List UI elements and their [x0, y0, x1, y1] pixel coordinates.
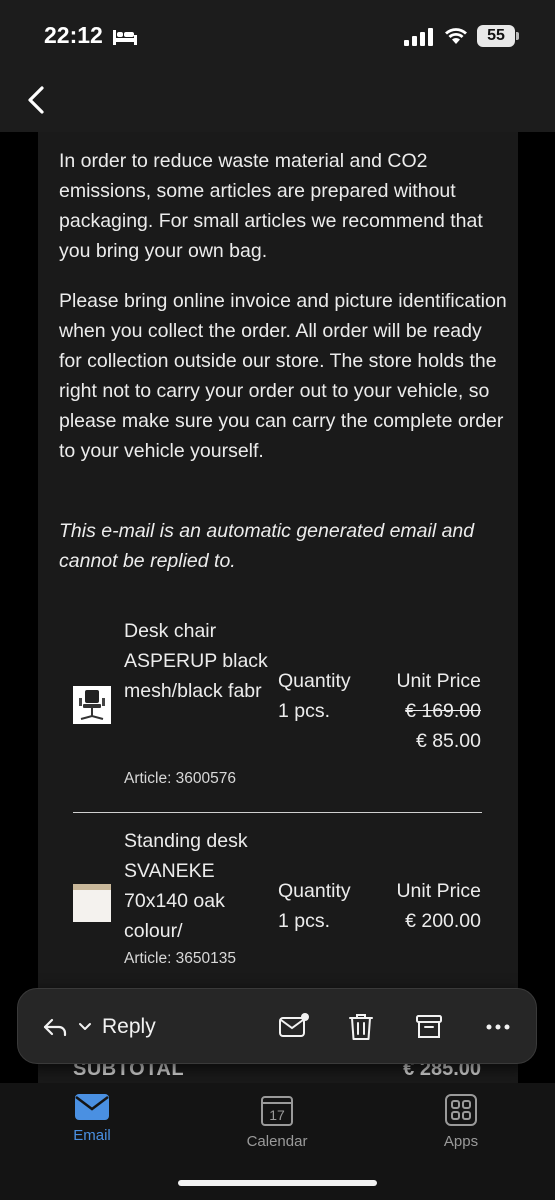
- calendar-day: 17: [269, 1107, 285, 1123]
- tab-email[interactable]: Email: [37, 1093, 147, 1144]
- item-article: Article: 3650135: [124, 950, 237, 967]
- more-options-icon[interactable]: [480, 1009, 516, 1045]
- quantity-value: 1 pcs.: [278, 910, 331, 932]
- original-price: € 169.00: [405, 700, 481, 722]
- unit-price-label: Unit Price: [396, 880, 481, 902]
- quantity-label: Quantity: [278, 880, 351, 902]
- auto-email-notice: This e-mail is an automatic generated em…: [59, 520, 475, 572]
- mark-unread-icon[interactable]: [276, 1009, 312, 1045]
- packaging-paragraph: In order to reduce waste material and CO…: [59, 150, 483, 262]
- item-price: € 200.00: [405, 910, 481, 932]
- reply-label: Reply: [102, 1015, 156, 1038]
- email-envelope-icon: [75, 1094, 109, 1120]
- quantity-value: 1 pcs.: [278, 700, 331, 722]
- item-name: Desk chair ASPERUP black mesh/black fabr: [124, 620, 268, 702]
- battery-level: 55: [487, 27, 505, 44]
- nav-bar: [0, 70, 555, 132]
- calendar-icon: 17: [261, 1096, 293, 1126]
- desk-chair-thumbnail: [73, 686, 111, 724]
- item-divider: [73, 812, 482, 813]
- reply-button[interactable]: Reply: [42, 1007, 156, 1047]
- tab-calendar[interactable]: 17 Calendar: [222, 1093, 332, 1150]
- email-content[interactable]: In order to reduce waste material and CO…: [0, 132, 555, 1083]
- battery-indicator: 55: [477, 25, 519, 47]
- apps-grid-icon: [445, 1094, 477, 1126]
- message-action-bar: Reply: [17, 988, 537, 1064]
- tab-label: Calendar: [246, 1133, 308, 1150]
- tab-label: Email: [73, 1127, 111, 1144]
- standing-desk-thumbnail: [73, 884, 111, 922]
- email-card: [38, 132, 518, 1083]
- status-time: 22:12: [44, 22, 103, 48]
- quantity-label: Quantity: [278, 670, 351, 692]
- tab-label: Apps: [443, 1133, 479, 1150]
- item-name: Standing desk SVANEKE 70x140 oak colour/: [124, 830, 248, 942]
- cellular-signal-icon: [404, 28, 433, 46]
- reply-arrow-icon: [43, 1018, 67, 1037]
- trash-icon[interactable]: [343, 1009, 379, 1045]
- item-article: Article: 3600576: [124, 770, 237, 787]
- discounted-price: € 85.00: [415, 730, 481, 752]
- status-bar: 22:12 55: [0, 0, 555, 70]
- home-indicator: [178, 1180, 377, 1186]
- collection-paragraph: Please bring online invoice and picture …: [59, 290, 507, 462]
- archive-icon[interactable]: [411, 1009, 447, 1045]
- wifi-icon: [445, 28, 467, 44]
- tab-apps[interactable]: Apps: [406, 1093, 516, 1150]
- back-chevron-icon[interactable]: [20, 80, 56, 120]
- sleep-focus-icon: [113, 30, 137, 45]
- chevron-down-icon: [79, 1023, 91, 1030]
- unit-price-label: Unit Price: [396, 670, 481, 692]
